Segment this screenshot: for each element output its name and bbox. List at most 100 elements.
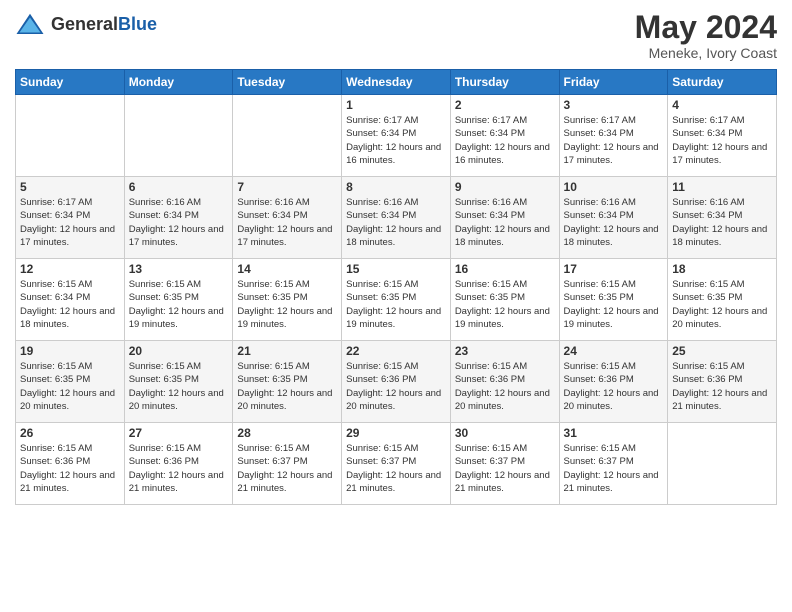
day-info-3: Sunrise: 6:17 AM Sunset: 6:34 PM Dayligh…: [564, 114, 664, 167]
day-info-6: Sunrise: 6:16 AM Sunset: 6:34 PM Dayligh…: [129, 196, 229, 249]
calendar-day-26: 26Sunrise: 6:15 AM Sunset: 6:36 PM Dayli…: [16, 423, 125, 505]
calendar-day-19: 19Sunrise: 6:15 AM Sunset: 6:35 PM Dayli…: [16, 341, 125, 423]
weekday-header-friday: Friday: [559, 70, 668, 95]
calendar-day-18: 18Sunrise: 6:15 AM Sunset: 6:35 PM Dayli…: [668, 259, 777, 341]
day-info-31: Sunrise: 6:15 AM Sunset: 6:37 PM Dayligh…: [564, 442, 664, 495]
calendar-day-3: 3Sunrise: 6:17 AM Sunset: 6:34 PM Daylig…: [559, 95, 668, 177]
day-number-27: 27: [129, 426, 229, 440]
day-cell-content-5: 5Sunrise: 6:17 AM Sunset: 6:34 PM Daylig…: [20, 180, 120, 255]
calendar-day-5: 5Sunrise: 6:17 AM Sunset: 6:34 PM Daylig…: [16, 177, 125, 259]
day-cell-content-7: 7 Sunrise: 6:16 AM Sunset: 6:34 PM Daylig…: [237, 180, 337, 255]
day-number-6: 6: [129, 180, 229, 194]
page: GeneralBlue May 2024 Meneke, Ivory Coast…: [0, 0, 792, 612]
calendar-day-22: 22Sunrise: 6:15 AM Sunset: 6:36 PM Dayli…: [342, 341, 451, 423]
calendar-week-3: 12Sunrise: 6:15 AM Sunset: 6:34 PM Dayli…: [16, 259, 777, 341]
day-cell-content-25: 25Sunrise: 6:15 AM Sunset: 6:36 PM Dayli…: [672, 344, 772, 419]
day-cell-content-11: 11Sunrise: 6:16 AM Sunset: 6:34 PM Dayli…: [672, 180, 772, 255]
calendar-empty-cell: [668, 423, 777, 505]
day-info-4: Sunrise: 6:17 AM Sunset: 6:34 PM Dayligh…: [672, 114, 772, 167]
calendar-day-9: 9Sunrise: 6:16 AM Sunset: 6:34 PM Daylig…: [450, 177, 559, 259]
day-number-1: 1: [346, 98, 446, 112]
calendar-day-13: 13 Sunrise: 6:15 AM Sunset: 6:35 PM Dayli…: [124, 259, 233, 341]
day-number-17: 17: [564, 262, 664, 276]
day-number-7: 7: [237, 180, 337, 194]
weekday-header-tuesday: Tuesday: [233, 70, 342, 95]
title-block: May 2024 Meneke, Ivory Coast: [635, 10, 777, 61]
day-info-13: Sunrise: 6:15 AM Sunset: 6:35 PM Dayligh…: [129, 278, 229, 331]
calendar-day-12: 12Sunrise: 6:15 AM Sunset: 6:34 PM Dayli…: [16, 259, 125, 341]
day-info-7: Sunrise: 6:16 AM Sunset: 6:34 PM Dayligh…: [237, 196, 337, 249]
day-info-1: Sunrise: 6:17 AM Sunset: 6:34 PM Dayligh…: [346, 114, 446, 167]
day-info-23: Sunrise: 6:15 AM Sunset: 6:36 PM Dayligh…: [455, 360, 555, 413]
day-cell-content-24: 24 Sunrise: 6:15 AM Sunset: 6:36 PM Dayli…: [564, 344, 664, 419]
day-info-30: Sunrise: 6:15 AM Sunset: 6:37 PM Dayligh…: [455, 442, 555, 495]
logo-blue: Blue: [118, 14, 157, 34]
day-info-15: Sunrise: 6:15 AM Sunset: 6:35 PM Dayligh…: [346, 278, 446, 331]
calendar-week-4: 19 Sunrise: 6:15 AM Sunset: 6:35 PM Dayli…: [16, 341, 777, 423]
day-cell-content-8: 8Sunrise: 6:16 AM Sunset: 6:34 PM Daylig…: [346, 180, 446, 255]
day-info-18: Sunrise: 6:15 AM Sunset: 6:35 PM Dayligh…: [672, 278, 772, 331]
day-number-13: 13: [129, 262, 229, 276]
day-number-12: 12: [20, 262, 120, 276]
day-number-2: 2: [455, 98, 555, 112]
day-cell-content-21: 21Sunrise: 6:15 AM Sunset: 6:35 PM Dayli…: [237, 344, 337, 419]
calendar-day-7: 7 Sunrise: 6:16 AM Sunset: 6:34 PM Daylig…: [233, 177, 342, 259]
day-info-8: Sunrise: 6:16 AM Sunset: 6:34 PM Dayligh…: [346, 196, 446, 249]
day-cell-content-17: 17Sunrise: 6:15 AM Sunset: 6:35 PM Dayli…: [564, 262, 664, 337]
day-cell-content-16: 16 Sunrise: 6:15 AM Sunset: 6:35 PM Dayli…: [455, 262, 555, 337]
logo: GeneralBlue: [15, 10, 157, 40]
day-number-5: 5: [20, 180, 120, 194]
header: GeneralBlue May 2024 Meneke, Ivory Coast: [15, 10, 777, 61]
day-info-21: Sunrise: 6:15 AM Sunset: 6:35 PM Dayligh…: [237, 360, 337, 413]
day-info-25: Sunrise: 6:15 AM Sunset: 6:36 PM Dayligh…: [672, 360, 772, 413]
calendar-day-10: 10 Sunrise: 6:16 AM Sunset: 6:34 PM Dayli…: [559, 177, 668, 259]
calendar-day-16: 16 Sunrise: 6:15 AM Sunset: 6:35 PM Dayli…: [450, 259, 559, 341]
day-info-9: Sunrise: 6:16 AM Sunset: 6:34 PM Dayligh…: [455, 196, 555, 249]
calendar-day-8: 8Sunrise: 6:16 AM Sunset: 6:34 PM Daylig…: [342, 177, 451, 259]
day-number-14: 14: [237, 262, 337, 276]
generalblue-logo-icon: [15, 10, 45, 40]
calendar-day-27: 27Sunrise: 6:15 AM Sunset: 6:36 PM Dayli…: [124, 423, 233, 505]
day-cell-content-18: 18Sunrise: 6:15 AM Sunset: 6:35 PM Dayli…: [672, 262, 772, 337]
day-cell-content-9: 9Sunrise: 6:16 AM Sunset: 6:34 PM Daylig…: [455, 180, 555, 255]
calendar-day-14: 14Sunrise: 6:15 AM Sunset: 6:35 PM Dayli…: [233, 259, 342, 341]
weekday-header-saturday: Saturday: [668, 70, 777, 95]
day-info-28: Sunrise: 6:15 AM Sunset: 6:37 PM Dayligh…: [237, 442, 337, 495]
day-number-15: 15: [346, 262, 446, 276]
day-number-10: 10: [564, 180, 664, 194]
day-number-20: 20: [129, 344, 229, 358]
day-cell-content-4: 4Sunrise: 6:17 AM Sunset: 6:34 PM Daylig…: [672, 98, 772, 173]
calendar-day-4: 4Sunrise: 6:17 AM Sunset: 6:34 PM Daylig…: [668, 95, 777, 177]
calendar-empty-cell: [16, 95, 125, 177]
day-info-10: Sunrise: 6:16 AM Sunset: 6:34 PM Dayligh…: [564, 196, 664, 249]
day-cell-content-3: 3Sunrise: 6:17 AM Sunset: 6:34 PM Daylig…: [564, 98, 664, 173]
day-number-23: 23: [455, 344, 555, 358]
day-number-24: 24: [564, 344, 664, 358]
calendar-day-20: 20Sunrise: 6:15 AM Sunset: 6:35 PM Dayli…: [124, 341, 233, 423]
weekday-header-monday: Monday: [124, 70, 233, 95]
day-cell-content-14: 14Sunrise: 6:15 AM Sunset: 6:35 PM Dayli…: [237, 262, 337, 337]
calendar-day-23: 23 Sunrise: 6:15 AM Sunset: 6:36 PM Dayli…: [450, 341, 559, 423]
day-info-24: Sunrise: 6:15 AM Sunset: 6:36 PM Dayligh…: [564, 360, 664, 413]
calendar-day-6: 6 Sunrise: 6:16 AM Sunset: 6:34 PM Daylig…: [124, 177, 233, 259]
weekday-header-sunday: Sunday: [16, 70, 125, 95]
calendar-empty-cell: [233, 95, 342, 177]
calendar-day-2: 2Sunrise: 6:17 AM Sunset: 6:34 PM Daylig…: [450, 95, 559, 177]
calendar-day-21: 21Sunrise: 6:15 AM Sunset: 6:35 PM Dayli…: [233, 341, 342, 423]
day-cell-content-29: 29Sunrise: 6:15 AM Sunset: 6:37 PM Dayli…: [346, 426, 446, 501]
day-number-16: 16: [455, 262, 555, 276]
logo-general: General: [51, 14, 118, 34]
calendar-day-11: 11Sunrise: 6:16 AM Sunset: 6:34 PM Dayli…: [668, 177, 777, 259]
calendar-header-row: SundayMondayTuesdayWednesdayThursdayFrid…: [16, 70, 777, 95]
day-number-11: 11: [672, 180, 772, 194]
day-number-19: 19: [20, 344, 120, 358]
day-info-16: Sunrise: 6:15 AM Sunset: 6:35 PM Dayligh…: [455, 278, 555, 331]
day-cell-content-1: 1 Sunrise: 6:17 AM Sunset: 6:34 PM Daylig…: [346, 98, 446, 173]
calendar-week-5: 26Sunrise: 6:15 AM Sunset: 6:36 PM Dayli…: [16, 423, 777, 505]
day-number-26: 26: [20, 426, 120, 440]
calendar-day-28: 28Sunrise: 6:15 AM Sunset: 6:37 PM Dayli…: [233, 423, 342, 505]
day-cell-content-13: 13 Sunrise: 6:15 AM Sunset: 6:35 PM Dayli…: [129, 262, 229, 337]
calendar-day-25: 25Sunrise: 6:15 AM Sunset: 6:36 PM Dayli…: [668, 341, 777, 423]
day-cell-content-2: 2Sunrise: 6:17 AM Sunset: 6:34 PM Daylig…: [455, 98, 555, 173]
calendar-day-31: 31Sunrise: 6:15 AM Sunset: 6:37 PM Dayli…: [559, 423, 668, 505]
